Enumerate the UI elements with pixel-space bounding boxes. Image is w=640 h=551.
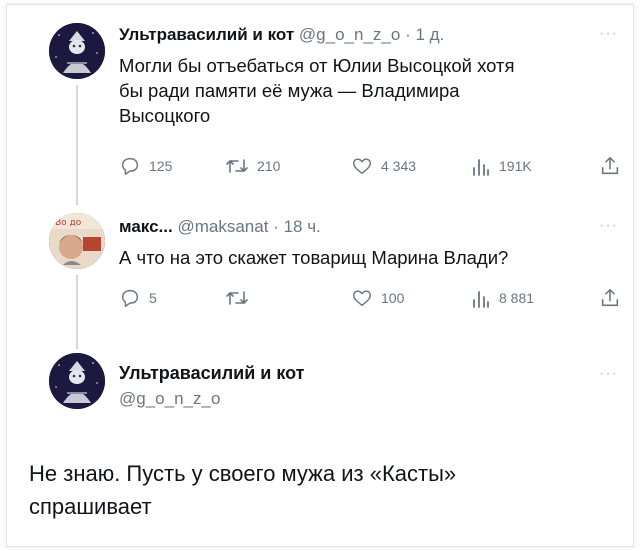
tweet-thread: Ультравасилий и кот @g_o_n_z_o · 1 д. ··…: [6, 4, 634, 547]
tweet1-text: Могли бы отъебаться от Юлии Высоцкой хот…: [119, 53, 619, 128]
author-handle[interactable]: @g_o_n_z_o: [299, 25, 400, 44]
like-icon: [353, 290, 371, 307]
reply-button[interactable]: 125: [119, 153, 172, 179]
avatar-ultravasiliy[interactable]: [49, 23, 105, 79]
tweet2-actions: 5 100 8 881: [119, 285, 629, 311]
views-icon: [473, 159, 489, 176]
separator-dot: ·: [405, 25, 411, 44]
svg-text:Во до: Во до: [55, 218, 82, 228]
retweet-button[interactable]: 210: [225, 153, 280, 179]
retweet-icon: [226, 291, 248, 305]
like-button[interactable]: 100: [351, 285, 404, 311]
like-icon: [353, 158, 371, 175]
share-button[interactable]: [599, 153, 621, 179]
reply-icon: [121, 289, 139, 307]
reply-icon: [121, 157, 139, 175]
text-line: бы ради памяти её мужа — Владимира: [119, 80, 460, 101]
author-name[interactable]: Ультравасилий и кот: [119, 363, 304, 384]
avatar-photo-icon: Во до: [49, 213, 105, 269]
thread-line: [76, 275, 78, 349]
like-count: 100: [381, 290, 405, 306]
like-count: 4 343: [381, 158, 417, 174]
retweet-count: 210: [257, 158, 281, 174]
views-button[interactable]: 8 881: [471, 285, 534, 311]
separator-dot: ·: [273, 217, 279, 236]
thread-line: [76, 85, 78, 205]
reply-count: 5: [149, 290, 157, 306]
reply-button[interactable]: 5: [119, 285, 157, 311]
author-name[interactable]: макс...: [119, 217, 173, 236]
share-icon: [601, 288, 619, 307]
more-options-icon[interactable]: ···: [599, 217, 618, 235]
timestamp[interactable]: 18 ч.: [284, 217, 321, 236]
avatar-art-icon: [49, 353, 105, 409]
tweet2-text: А что на это скажет товарищ Марина Влади…: [119, 247, 509, 268]
tweet1-actions: 125 210 4 343 191K: [119, 153, 629, 179]
views-count: 191K: [499, 158, 532, 174]
views-icon: [473, 291, 489, 308]
text-line: Высоцкого: [119, 105, 211, 126]
tweet2-header: макс... @maksanat · 18 ч.: [119, 217, 321, 237]
more-options-icon[interactable]: ···: [599, 25, 618, 43]
retweet-icon: [226, 159, 248, 173]
views-button[interactable]: 191K: [471, 153, 532, 179]
text-line: спрашивает: [29, 494, 152, 519]
avatar-art-icon: [49, 23, 105, 79]
author-handle[interactable]: @g_o_n_z_o: [119, 389, 220, 409]
tweet1-header: Ультравасилий и кот @g_o_n_z_o · 1 д.: [119, 25, 444, 45]
text-line: Могли бы отъебаться от Юлии Высоцкой хот…: [119, 55, 515, 76]
avatar-ultravasiliy[interactable]: [49, 353, 105, 409]
avatar-maks[interactable]: Во до: [49, 213, 105, 269]
more-options-icon[interactable]: ···: [599, 365, 618, 383]
views-count: 8 881: [499, 290, 535, 306]
retweet-button[interactable]: [225, 285, 257, 311]
share-button[interactable]: [599, 285, 621, 311]
author-handle[interactable]: @maksanat: [177, 217, 268, 236]
text-line: Не знаю. Пусть у своего мужа из «Касты»: [29, 461, 457, 486]
like-button[interactable]: 4 343: [351, 153, 416, 179]
share-icon: [601, 156, 619, 175]
tweet3-text: Не знаю. Пусть у своего мужа из «Касты» …: [29, 457, 619, 523]
author-name[interactable]: Ультравасилий и кот: [119, 25, 294, 44]
timestamp[interactable]: 1 д.: [415, 25, 444, 44]
reply-count: 125: [149, 158, 173, 174]
